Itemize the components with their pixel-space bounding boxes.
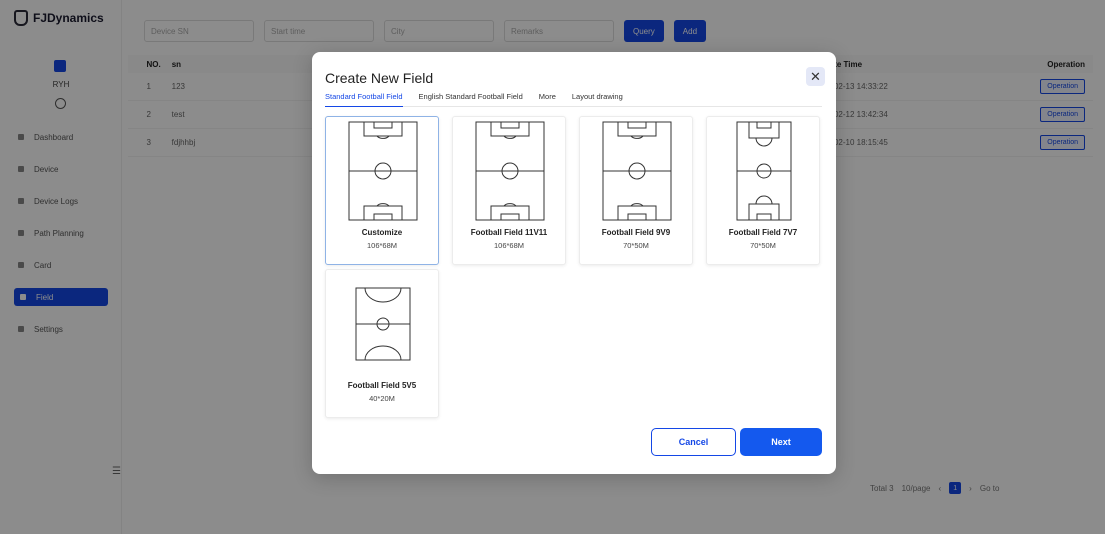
- football-pitch-icon: [355, 287, 411, 361]
- field-card-customize[interactable]: Customize 106*68M: [325, 116, 439, 265]
- field-card-5v5[interactable]: Football Field 5V5 40*20M: [325, 269, 439, 418]
- tab-more[interactable]: More: [539, 90, 556, 107]
- card-name: Football Field 5V5: [347, 381, 417, 390]
- field-card-11v11[interactable]: Football Field 11V11 106*68M: [452, 116, 566, 265]
- card-size: 106*68M: [493, 241, 525, 250]
- cancel-button[interactable]: Cancel: [651, 428, 736, 456]
- field-card-7v7[interactable]: Football Field 7V7 70*50M: [706, 116, 820, 265]
- card-size: 70*50M: [750, 241, 776, 250]
- card-name: Football Field 7V7: [728, 228, 798, 237]
- card-name: Football Field 11V11: [470, 228, 548, 237]
- field-type-tabs: Standard Football Field English Standard…: [325, 90, 822, 107]
- card-name: Customize: [361, 228, 403, 237]
- dialog-title: Create New Field: [325, 70, 434, 86]
- football-pitch-icon: [602, 121, 672, 221]
- close-icon: ✕: [810, 68, 821, 84]
- card-size: 40*20M: [369, 394, 395, 403]
- football-pitch-icon: [475, 121, 545, 221]
- create-field-dialog: Create New Field ✕ Standard Football Fie…: [312, 52, 836, 474]
- card-name: Football Field 9V9: [601, 228, 671, 237]
- card-size: 70*50M: [623, 241, 649, 250]
- next-button[interactable]: Next: [740, 428, 822, 456]
- tab-layout-drawing[interactable]: Layout drawing: [572, 90, 623, 107]
- tab-english-standard-football-field[interactable]: English Standard Football Field: [419, 90, 523, 107]
- card-size: 106*68M: [366, 241, 398, 250]
- field-card-9v9[interactable]: Football Field 9V9 70*50M: [579, 116, 693, 265]
- close-button[interactable]: ✕: [806, 67, 825, 86]
- football-pitch-icon: [736, 121, 792, 221]
- football-pitch-icon: [348, 121, 418, 221]
- tab-standard-football-field[interactable]: Standard Football Field: [325, 90, 403, 107]
